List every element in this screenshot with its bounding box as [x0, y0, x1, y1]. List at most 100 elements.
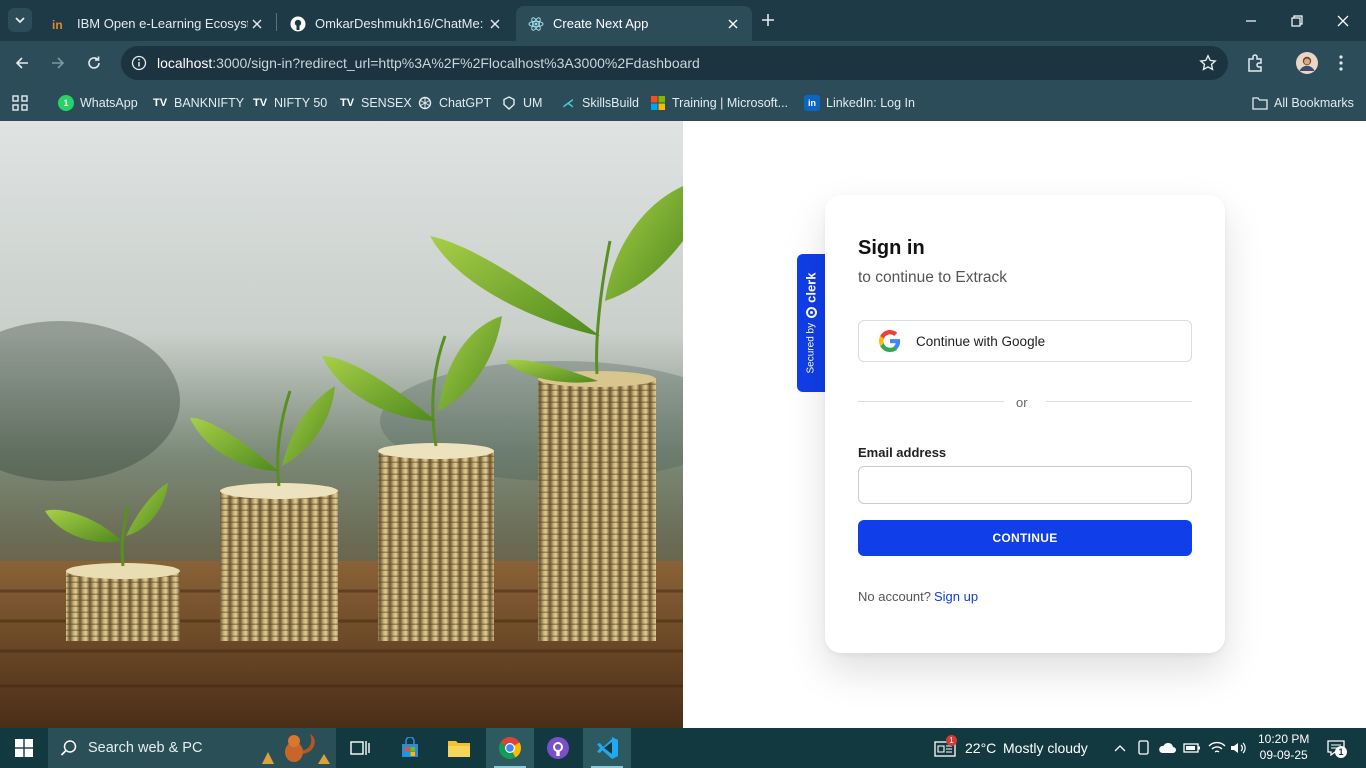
start-button[interactable]	[0, 728, 48, 768]
ibm-learning-icon: in	[52, 16, 68, 32]
badge-secured-text: Secured by	[805, 322, 817, 374]
reload-icon	[88, 56, 100, 69]
close-icon[interactable]	[248, 15, 266, 33]
search-placeholder: Search web & PC	[88, 740, 203, 756]
tab-github[interactable]: OmkarDeshmukh16/ChatMe: Fu	[278, 6, 514, 41]
google-button-label: Continue with Google	[916, 333, 1046, 349]
notification-center-icon[interactable]: 1	[1324, 738, 1348, 758]
minimize-button[interactable]	[1228, 0, 1274, 41]
bookmark-label: All Bookmarks	[1274, 96, 1354, 110]
continue-button[interactable]: CONTINUE	[858, 520, 1192, 556]
bookmarks-bar: 1 WhatsApp TV BANKNIFTY TV NIFTY 50 TV S…	[0, 85, 1366, 121]
address-bar[interactable]: localhost:3000/sign-in?redirect_url=http…	[121, 46, 1228, 80]
browser-tab-strip: in IBM Open e-Learning Ecosystem OmkarDe…	[0, 0, 1366, 41]
github-icon	[290, 16, 306, 32]
chevron-up-icon[interactable]	[1110, 738, 1130, 758]
bookmark-chatgpt[interactable]: ChatGPT	[417, 92, 491, 114]
taskbar-clock[interactable]: 10:20 PM 09-09-25	[1258, 731, 1309, 763]
tab-title: Create Next App	[553, 16, 649, 31]
apps-grid-icon[interactable]	[12, 92, 28, 114]
profile-avatar[interactable]	[1295, 51, 1319, 75]
bookmark-skillsbuild[interactable]: ⋌ SkillsBuild	[560, 92, 639, 114]
divider-or-text: or	[1016, 395, 1028, 410]
bookmark-star-icon[interactable]	[1198, 53, 1218, 73]
restore-button[interactable]	[1274, 0, 1320, 41]
tab-title: IBM Open e-Learning Ecosystem	[77, 16, 248, 31]
github-desktop-icon	[547, 737, 569, 759]
email-field[interactable]	[858, 466, 1192, 504]
close-icon[interactable]	[724, 15, 742, 33]
wifi-icon[interactable]	[1207, 738, 1227, 758]
react-icon	[528, 16, 544, 32]
secured-by-clerk-badge[interactable]: Secured by clerk	[797, 254, 825, 392]
browser-toolbar: localhost:3000/sign-in?redirect_url=http…	[0, 41, 1366, 85]
microsoft-icon	[650, 95, 666, 111]
bookmark-whatsapp[interactable]: 1 WhatsApp	[58, 92, 138, 114]
vscode-icon	[597, 737, 618, 759]
arrow-right-icon	[52, 57, 65, 69]
taskbar-microsoft-store[interactable]	[386, 728, 434, 768]
notification-count: 1	[1335, 746, 1347, 758]
tradingview-icon: TV	[152, 97, 168, 109]
signin-subtitle: to continue to Extrack	[858, 269, 1008, 286]
badge-brand-text: clerk	[803, 272, 819, 303]
bookmark-label: BANKNIFTY	[174, 96, 245, 110]
divider-line-right	[1046, 401, 1192, 402]
close-window-button[interactable]	[1320, 0, 1366, 41]
more-menu-icon[interactable]	[1329, 51, 1353, 75]
temperature-text: 22°C	[965, 740, 997, 756]
signin-card	[825, 195, 1225, 653]
extensions-icon[interactable]	[1243, 51, 1267, 75]
forward-button[interactable]	[44, 49, 72, 77]
bookmark-label: Training | Microsoft...	[672, 96, 789, 110]
bookmark-label: WhatsApp	[80, 96, 138, 110]
taskbar-chrome[interactable]	[486, 728, 534, 768]
bookmark-sensex[interactable]: TV SENSEX	[339, 92, 412, 114]
bookmark-linkedin[interactable]: in LinkedIn: Log In	[804, 92, 915, 114]
microsoft-store-icon	[402, 737, 418, 757]
all-bookmarks-button[interactable]: All Bookmarks	[1252, 92, 1354, 114]
squirrel-doodle-icon	[262, 734, 330, 764]
news-widget-icon[interactable]: 1	[933, 735, 957, 758]
sign-up-link[interactable]: Sign up	[934, 589, 978, 604]
back-button[interactable]	[8, 49, 36, 77]
tradingview-icon: TV	[252, 97, 268, 109]
phone-link-icon[interactable]	[1134, 738, 1154, 758]
bookmark-banknifty[interactable]: TV BANKNIFTY	[152, 92, 244, 114]
bookmark-nifty50[interactable]: TV NIFTY 50	[252, 92, 327, 114]
tab-ibm-learning[interactable]: in IBM Open e-Learning Ecosystem	[40, 6, 276, 41]
weather-text[interactable]: Mostly cloudy	[1003, 740, 1088, 756]
tab-separator	[276, 13, 277, 31]
bookmark-label: UM	[523, 96, 543, 110]
site-info-icon[interactable]	[129, 53, 149, 73]
taskbar-file-explorer[interactable]	[435, 728, 483, 768]
url-path: :3000/sign-in?redirect_url=http%3A%2F%2F…	[212, 55, 700, 71]
volume-icon[interactable]	[1229, 738, 1249, 758]
linkedin-icon: in	[804, 95, 820, 111]
task-view-button[interactable]	[336, 728, 384, 768]
bookmark-microsoft-training[interactable]: Training | Microsoft...	[650, 92, 788, 114]
close-icon[interactable]	[486, 15, 504, 33]
taskbar-github-desktop[interactable]	[534, 728, 582, 768]
taskbar-vscode[interactable]	[583, 728, 631, 768]
um-icon	[501, 95, 517, 111]
task-view-icon	[350, 741, 370, 755]
new-tab-button[interactable]	[758, 10, 778, 30]
divider-line-left	[858, 401, 1004, 402]
onedrive-icon[interactable]	[1157, 738, 1177, 758]
tab-create-next-app[interactable]: Create Next App	[516, 6, 752, 41]
tab-title: OmkarDeshmukh16/ChatMe: Fu	[315, 16, 486, 31]
signin-title: Sign in	[858, 237, 925, 259]
continue-with-google-button[interactable]: Continue with Google	[858, 320, 1192, 362]
bookmark-label: NIFTY 50	[274, 96, 328, 110]
bookmark-um[interactable]: UM	[501, 92, 542, 114]
taskbar-search-box[interactable]: Search web & PC	[48, 728, 336, 768]
windows-logo-icon	[15, 739, 33, 757]
bookmark-label: SENSEX	[361, 96, 412, 110]
bookmark-label: LinkedIn: Log In	[826, 96, 915, 110]
chevron-down-icon	[15, 17, 25, 24]
battery-icon[interactable]	[1182, 738, 1202, 758]
tab-search-button[interactable]	[8, 8, 32, 32]
reload-button[interactable]	[80, 49, 108, 77]
url-host: localhost	[157, 55, 213, 71]
